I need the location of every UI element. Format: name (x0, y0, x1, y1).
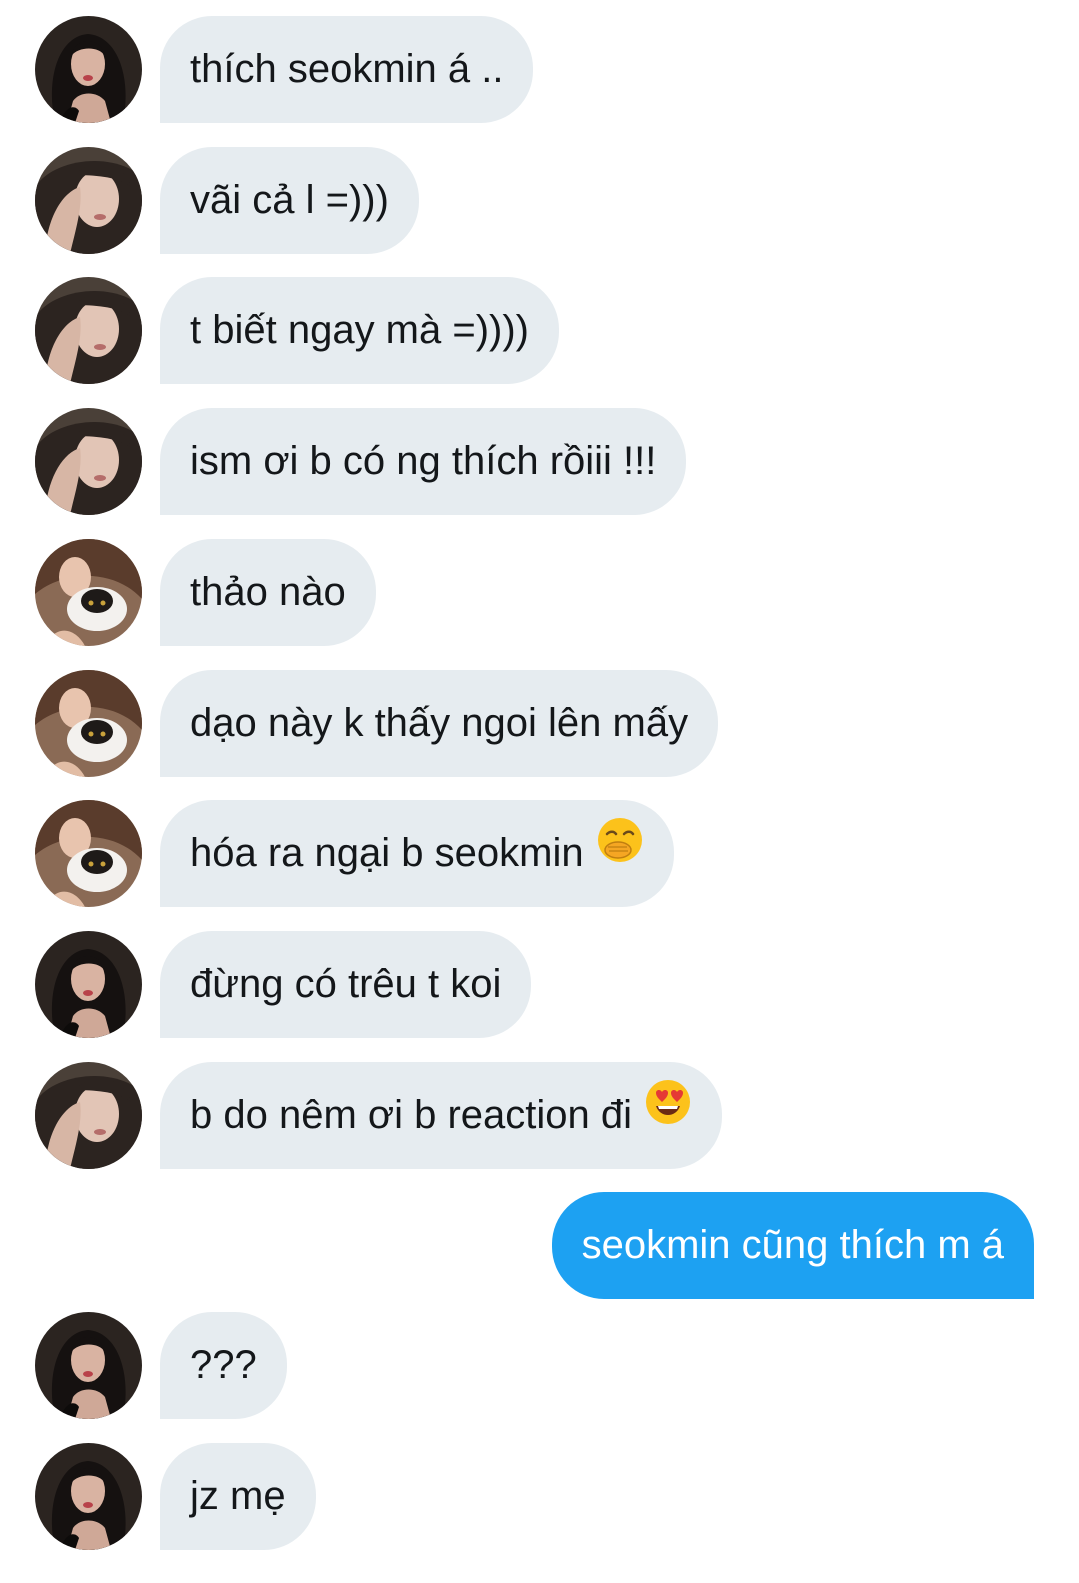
message-text: vãi cả l =))) (190, 178, 389, 222)
message-row: đừng có trêu t koi (0, 931, 1079, 1038)
incoming-message-bubble[interactable]: t biết ngay mà =)))) (160, 277, 560, 384)
message-row: thảo nào (0, 539, 1079, 646)
avatar[interactable] (35, 408, 142, 515)
avatar[interactable] (35, 16, 142, 123)
incoming-message-bubble[interactable]: b do nêm ơi b reaction đi (160, 1060, 723, 1169)
message-text: dạo này k thấy ngoi lên mấy (190, 701, 689, 745)
message-text: jz mẹ (190, 1474, 286, 1518)
incoming-message-bubble[interactable]: ??? (160, 1312, 287, 1419)
message-text: hóa ra ngại b seokmin (190, 831, 584, 875)
message-row: ??? (0, 1312, 1079, 1419)
avatar[interactable] (35, 670, 142, 777)
avatar[interactable] (35, 931, 142, 1038)
message-row: dạo này k thấy ngoi lên mấy (0, 670, 1079, 777)
heart-eyes-icon (644, 1060, 692, 1167)
avatar[interactable] (35, 1443, 142, 1550)
message-row: vãi cả l =))) (0, 147, 1079, 254)
message-row: jz mẹ (0, 1443, 1079, 1550)
incoming-message-bubble[interactable]: hóa ra ngại b seokmin (160, 800, 674, 907)
message-text: đừng có trêu t koi (190, 962, 502, 1006)
incoming-message-bubble[interactable]: dạo này k thấy ngoi lên mấy (160, 670, 719, 777)
message-text: ism ơi b có ng thích rồiii !!! (190, 439, 657, 483)
avatar[interactable] (35, 539, 142, 646)
face-with-hand-over-mouth-icon (596, 798, 644, 905)
avatar[interactable] (35, 1312, 142, 1419)
chat-thread: thích seokmin á .. vãi cả l =))) t biết … (0, 0, 1079, 1583)
message-text: thảo nào (190, 570, 346, 614)
message-row: ism ơi b có ng thích rồiii !!! (0, 408, 1079, 515)
avatar[interactable] (35, 800, 142, 907)
incoming-message-bubble[interactable]: vãi cả l =))) (160, 147, 419, 254)
incoming-message-bubble[interactable]: đừng có trêu t koi (160, 931, 532, 1038)
avatar[interactable] (35, 277, 142, 384)
message-row: seokmin cũng thích m á (0, 1192, 1079, 1299)
incoming-message-bubble[interactable]: jz mẹ (160, 1443, 316, 1550)
message-text: seokmin cũng thích m á (581, 1223, 1004, 1267)
incoming-message-bubble[interactable]: thích seokmin á .. (160, 16, 534, 123)
incoming-message-bubble[interactable]: ism ơi b có ng thích rồiii !!! (160, 408, 687, 515)
outgoing-message-bubble[interactable]: seokmin cũng thích m á (551, 1192, 1034, 1299)
message-row: hóa ra ngại b seokmin (0, 800, 1079, 907)
message-text: thích seokmin á .. (190, 47, 504, 91)
message-row: t biết ngay mà =)))) (0, 277, 1079, 384)
message-row: thích seokmin á .. (0, 16, 1079, 123)
avatar[interactable] (35, 147, 142, 254)
avatar[interactable] (35, 1062, 142, 1169)
message-text: t biết ngay mà =)))) (190, 308, 530, 352)
incoming-message-bubble[interactable]: thảo nào (160, 539, 376, 646)
message-row: b do nêm ơi b reaction đi (0, 1062, 1079, 1169)
message-text: b do nêm ơi b reaction đi (190, 1093, 633, 1137)
message-text: ??? (190, 1343, 257, 1387)
